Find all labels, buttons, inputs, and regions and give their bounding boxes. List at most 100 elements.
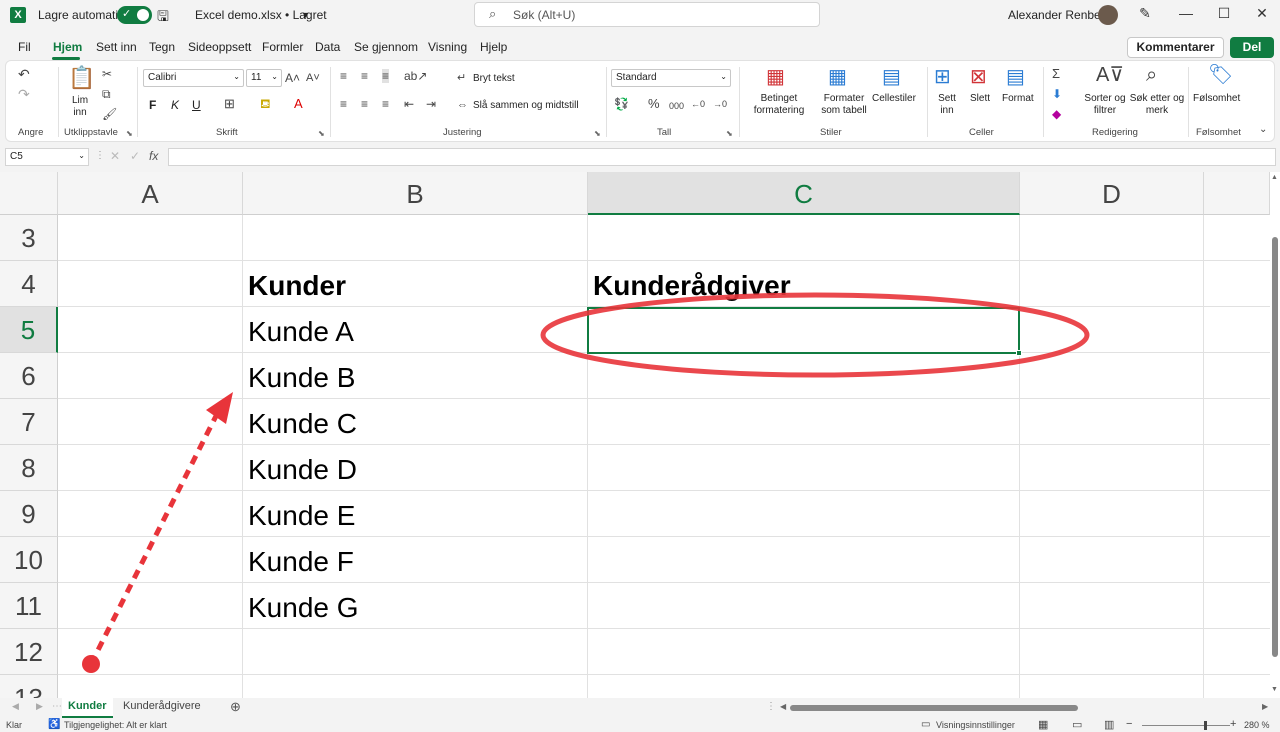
decrease-indent-icon[interactable]: ⇤ [404,97,414,111]
selected-cell-c5[interactable] [587,307,1022,356]
align-left-icon[interactable]: ≡ [340,97,347,111]
row-header-6[interactable]: 6 [0,353,58,399]
comma-style-icon[interactable]: 000 [669,99,684,113]
column-header-d[interactable]: D [1020,172,1204,215]
align-middle-icon[interactable]: ≡ [361,69,368,83]
spreadsheet-grid[interactable]: A B C D 3 4 5 6 7 8 9 10 11 12 13 Kunder… [0,172,1270,698]
sheet-tab-kunder[interactable]: Kunder [62,698,113,718]
alignment-launcher-icon[interactable]: ⬊ [594,129,601,138]
format-as-table-button[interactable]: Formater som tabell [814,93,874,117]
horizontal-scroll-thumb[interactable] [790,705,1078,711]
sheet-more-icon[interactable]: ⋯ [52,701,62,712]
menu-hjelp[interactable]: Hjelp [480,40,507,54]
comments-button[interactable]: Kommentarer [1127,37,1224,58]
zoom-out-icon[interactable]: − [1126,718,1132,730]
maximize-icon[interactable]: ☐ [1214,5,1234,22]
minimize-icon[interactable]: — [1176,5,1196,21]
align-right-icon[interactable]: ≡ [382,97,389,111]
redo-icon[interactable]: ↷ [18,87,30,101]
row-header-12[interactable]: 12 [0,629,58,675]
cell-b10[interactable]: Kunde F [248,539,354,585]
wrap-text-icon[interactable]: ↵ [457,71,466,85]
add-sheet-icon[interactable]: ⊕ [230,699,241,715]
align-bottom-icon[interactable]: ≡ [382,69,390,83]
format-painter-icon[interactable]: 🖌 [102,107,117,121]
row-header-11[interactable]: 11 [0,583,58,629]
share-button[interactable]: Del [1230,37,1274,58]
decrease-font-icon[interactable]: A˅ [306,71,320,85]
cell-styles-button[interactable]: Cellestiler [872,93,916,104]
menu-tegn[interactable]: Tegn [149,40,175,54]
tabs-more-icon[interactable]: ⋮ [766,701,776,712]
underline-button[interactable]: U [192,98,201,112]
vertical-scrollbar[interactable]: ▲ ▼ [1270,172,1280,698]
zoom-slider[interactable] [1142,725,1230,726]
delete-cells-button[interactable]: Slett [970,93,990,104]
insert-cells-icon[interactable]: ⊞ [934,67,951,87]
insert-cells-button[interactable]: Sett inn [934,93,960,117]
clear-icon[interactable]: ◆ [1052,107,1061,121]
close-icon[interactable]: ✕ [1252,5,1272,22]
paste-label[interactable]: Lim inn [68,95,92,119]
menu-sett-inn[interactable]: Sett inn [96,40,137,54]
cell-b7[interactable]: Kunde C [248,401,357,447]
ribbon-collapse-icon[interactable]: ⌄ [1259,123,1267,137]
next-sheet-icon[interactable]: ▶ [36,701,43,712]
avatar[interactable] [1098,5,1118,25]
fill-icon[interactable]: ⬇ [1052,87,1062,101]
sort-filter-button[interactable]: Sorter og filtrer [1082,93,1128,117]
increase-indent-icon[interactable]: ⇥ [426,97,436,111]
search-box[interactable]: ⌕ Søk (Alt+U) [474,2,820,27]
scroll-right-icon[interactable]: ▶ [1262,702,1268,711]
cell-b4[interactable]: Kunder [248,263,346,309]
chevron-down-icon[interactable]: ▼ [301,10,310,20]
view-settings-icon[interactable]: ▭ [921,719,930,730]
font-launcher-icon[interactable]: ⬊ [318,129,325,138]
row-header-13[interactable]: 13 [0,675,58,698]
borders-icon[interactable]: ⊞ [224,97,235,111]
number-format-dropdown[interactable]: Standard ⌄ [611,69,731,87]
enter-icon[interactable]: ✓ [130,149,140,163]
zoom-slider-thumb[interactable] [1204,721,1207,730]
undo-icon[interactable]: ↶ [18,67,30,81]
decrease-decimal-icon[interactable]: →0 [713,97,727,111]
menu-se-gjennom[interactable]: Se gjennom [354,40,418,54]
fill-color-icon[interactable]: ⛾ [260,97,271,111]
cancel-icon[interactable]: ✕ [110,149,120,163]
zoom-in-icon[interactable]: + [1230,718,1236,730]
italic-button[interactable]: K [171,98,179,112]
row-header-3[interactable]: 3 [0,215,58,261]
scroll-left-icon[interactable]: ◀ [780,702,786,711]
align-center-icon[interactable]: ≡ [361,97,368,111]
sheet-tab-kunderadgivere[interactable]: Kunderådgivere [117,698,207,718]
cell-c4[interactable]: Kunderådgiver [593,263,791,309]
sort-filter-icon[interactable]: A⊽ [1096,65,1124,85]
format-as-table-icon[interactable]: ▦ [828,67,847,87]
prev-sheet-icon[interactable]: ◀ [12,701,19,712]
cell-b9[interactable]: Kunde E [248,493,355,539]
zoom-level[interactable]: 280 % [1244,720,1270,730]
normal-view-icon[interactable]: ▦ [1038,718,1048,731]
column-header-c[interactable]: C [588,172,1020,215]
row-header-10[interactable]: 10 [0,537,58,583]
format-cells-icon[interactable]: ▤ [1006,67,1025,87]
row-header-8[interactable]: 8 [0,445,58,491]
accessibility-status[interactable]: Tilgjengelighet: Alt er klart [64,720,167,730]
cell-b8[interactable]: Kunde D [248,447,357,493]
cell-styles-icon[interactable]: ▤ [882,67,901,87]
page-layout-icon[interactable]: ▭ [1072,718,1082,731]
row-header-5[interactable]: 5 [0,307,58,353]
conditional-formatting-button[interactable]: Betinget formatering [746,93,812,117]
find-select-icon[interactable]: ⌕ [1146,65,1157,85]
cell-b11[interactable]: Kunde G [248,585,359,631]
menu-fil[interactable]: Fil [18,40,31,54]
currency-icon[interactable]: 💱 [614,97,629,111]
clipboard-launcher-icon[interactable]: ⬊ [126,129,133,138]
insert-function-icon[interactable]: fx [149,149,158,163]
menu-visning[interactable]: Visning [428,40,467,54]
vertical-scroll-thumb[interactable] [1272,237,1278,657]
font-size-dropdown[interactable]: 11 ⌄ [246,69,282,87]
merge-center-icon[interactable]: ⇔ [457,98,468,112]
conditional-formatting-icon[interactable]: ▦ [766,67,785,87]
fill-handle[interactable] [1016,350,1022,356]
